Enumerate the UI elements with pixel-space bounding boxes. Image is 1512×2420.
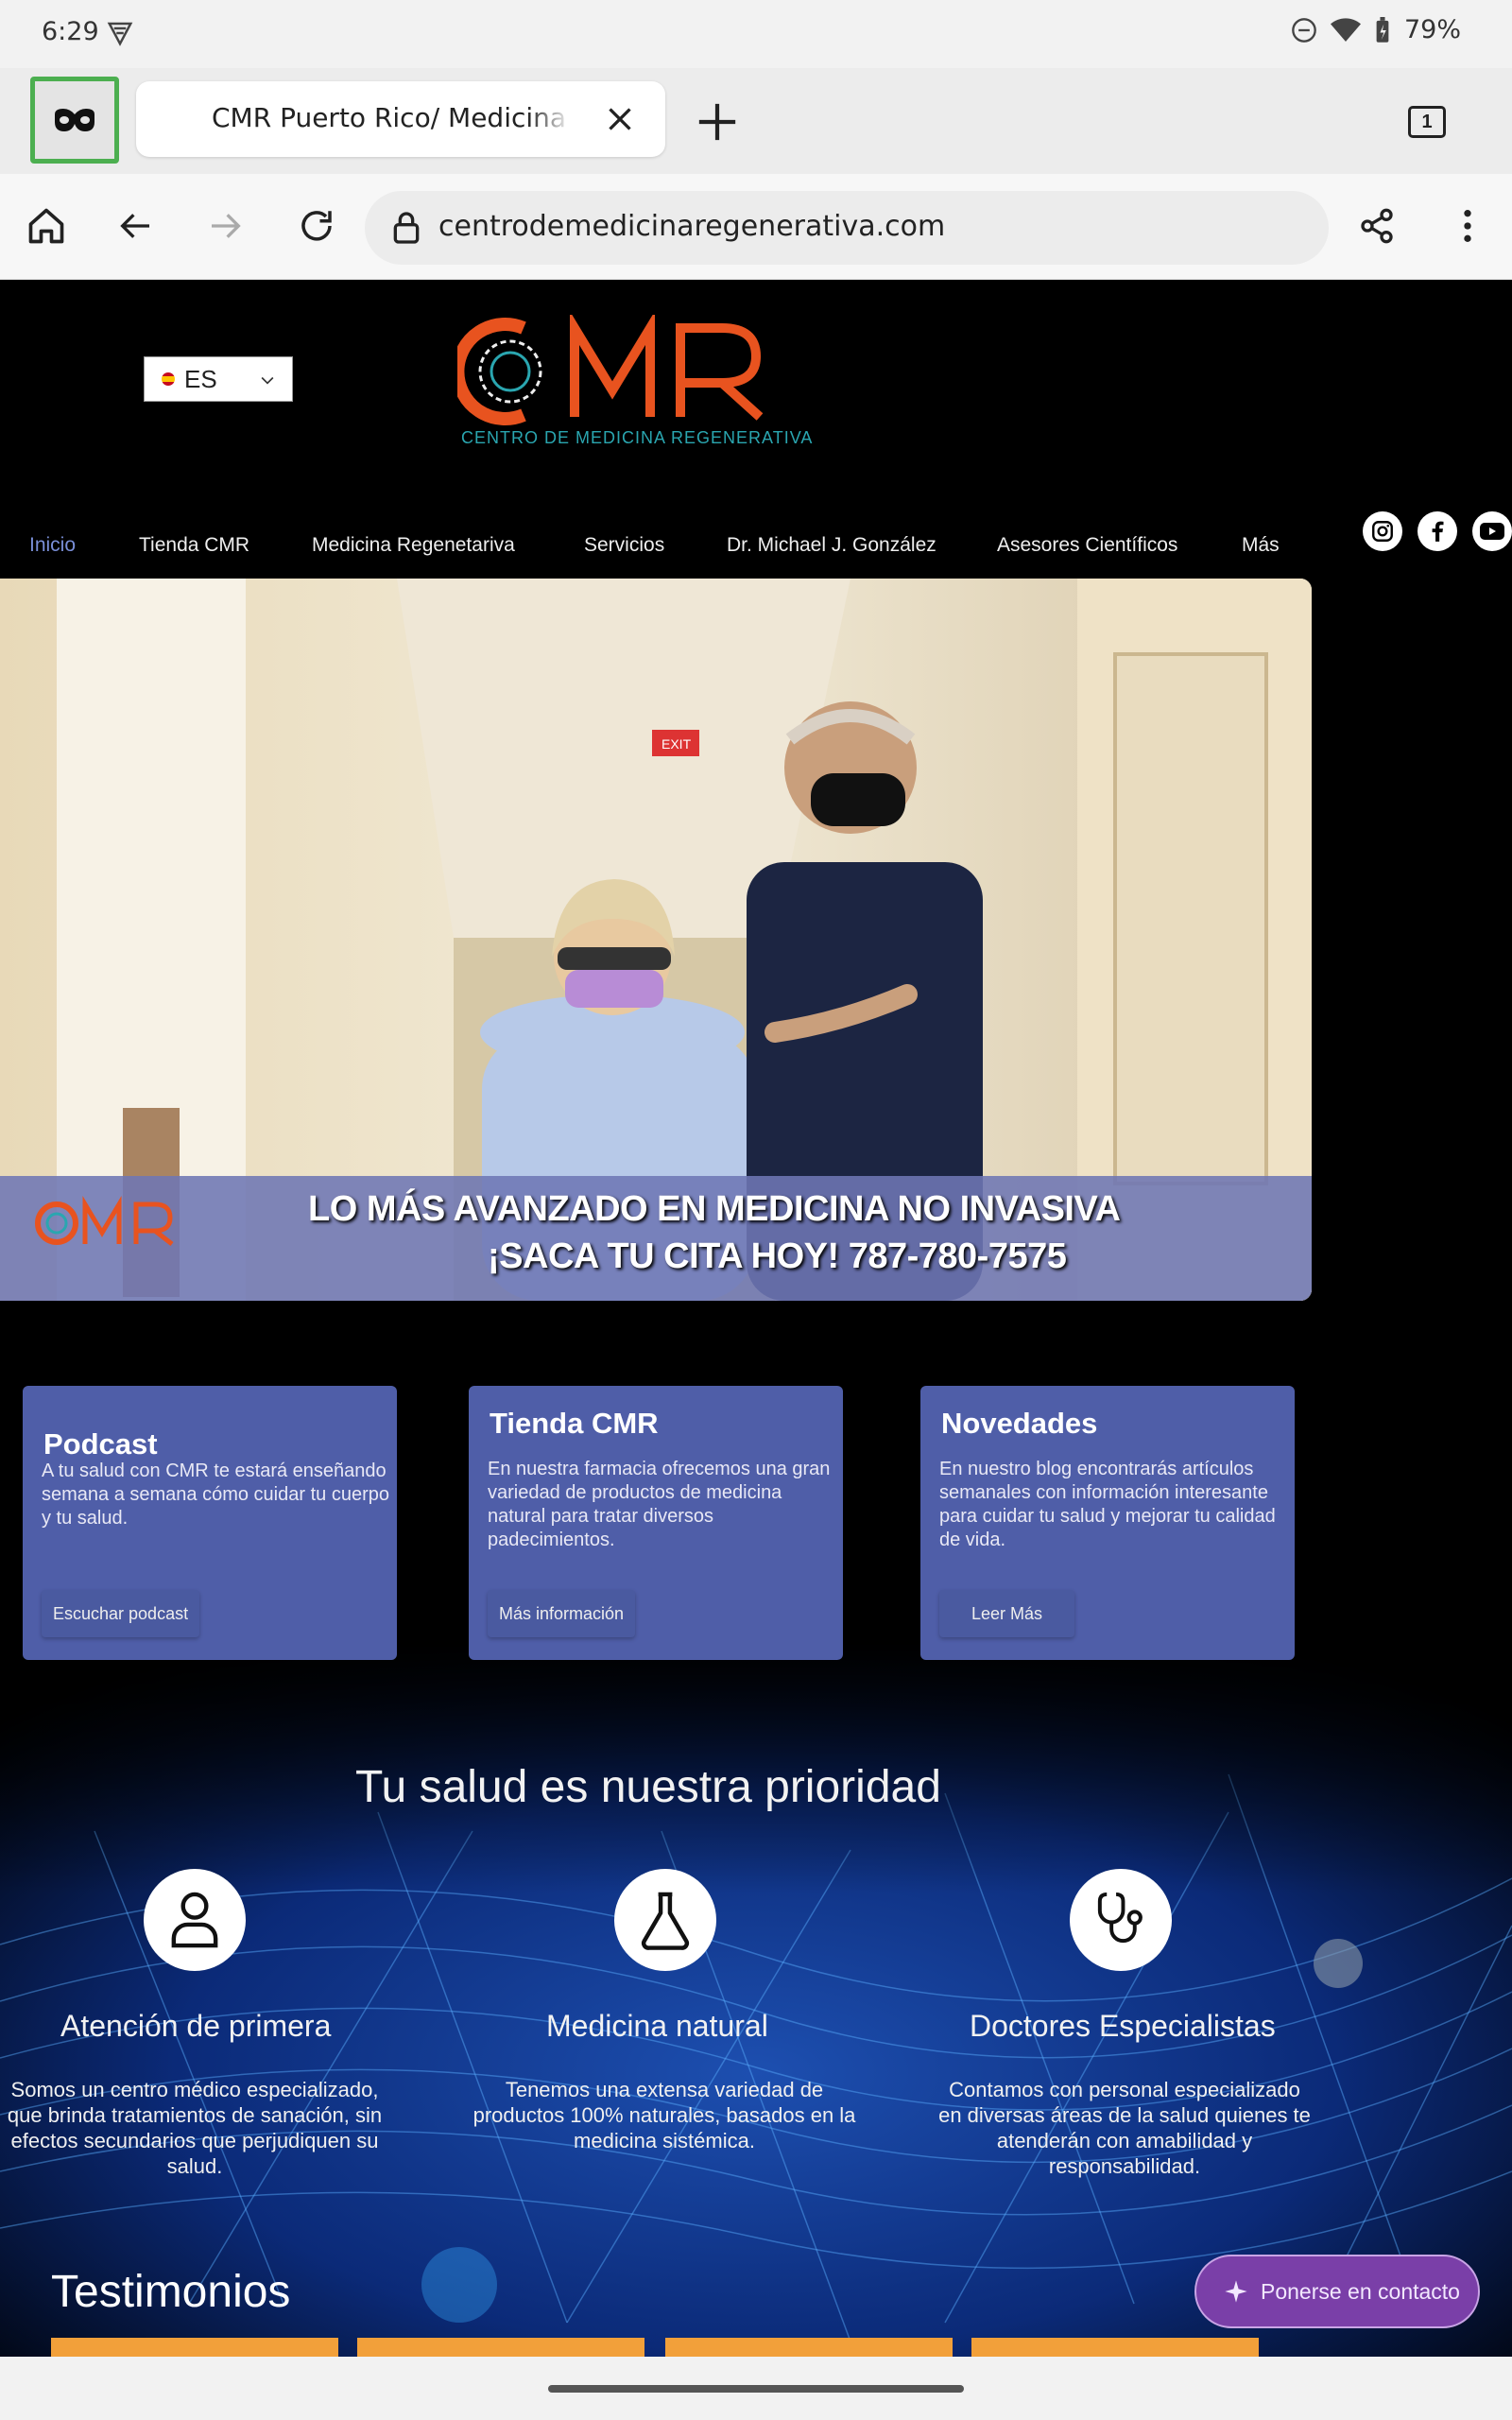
card-title: Tienda CMR: [490, 1407, 659, 1440]
facebook-icon: [1432, 521, 1444, 542]
youtube-link[interactable]: [1472, 511, 1512, 551]
more-info-button[interactable]: Más información: [488, 1590, 636, 1637]
hero-video[interactable]: EXIT LO MÁS AVANZADO EN MEDICINA NO INVA…: [0, 579, 1312, 1301]
feature-title: Atención de primera: [60, 2009, 332, 2043]
person-icon: [171, 1892, 218, 1948]
forward-button[interactable]: [202, 202, 249, 250]
gesture-nav-bar: [0, 2357, 1512, 2420]
nav-item-mas[interactable]: Más: [1242, 534, 1280, 557]
exit-sign: EXIT: [662, 736, 692, 752]
nav-item-doctor[interactable]: Dr. Michael J. González: [727, 534, 936, 557]
reload-icon: [301, 211, 332, 241]
incognito-icon: [55, 109, 94, 131]
chevron-down-icon: [261, 376, 274, 385]
testimonials-title: Testimonios: [51, 2267, 291, 2317]
card-text: En nuestro blog encontrarás artículos se…: [939, 1459, 1276, 1550]
more-vert-icon: [1464, 210, 1471, 242]
instagram-link[interactable]: [1363, 511, 1402, 551]
nav-item-servicios[interactable]: Servicios: [584, 534, 664, 557]
feature-title: Medicina natural: [546, 2009, 768, 2043]
home-icon: [28, 208, 64, 244]
new-tab-icon[interactable]: [696, 100, 739, 144]
tab-strip: CMR Puerto Rico/ Medicina Regenerativa 1: [0, 68, 1512, 174]
main-nav: Inicio Tienda CMR Medicina Regenetariva …: [0, 523, 1512, 576]
clock: 6:29: [42, 17, 99, 46]
feature-desc: Tenemos una extensa variedad de producto…: [472, 2078, 856, 2152]
feature-title: Doctores Especialistas: [970, 2009, 1276, 2043]
url-text[interactable]: centrodemedicinaregenerativa.com: [438, 210, 945, 243]
section-title: Tu salud es nuestra prioridad: [355, 1762, 941, 1812]
contact-button[interactable]: Ponerse en contacto: [1194, 2255, 1480, 2328]
tab-active[interactable]: CMR Puerto Rico/ Medicina Regenerativa: [136, 81, 665, 157]
wifi-icon: [1330, 17, 1361, 42]
incognito-button[interactable]: [30, 77, 119, 164]
testimonial-card[interactable]: [357, 2338, 644, 2357]
tab-title: CMR Puerto Rico/ Medicina Regenerativa: [212, 102, 571, 133]
flask-icon: [642, 1892, 689, 1950]
battery-icon: [1376, 16, 1389, 43]
feature-desc: Somos un centro médico especializado, qu…: [7, 2078, 383, 2178]
nav-item-inicio[interactable]: Inicio: [29, 534, 76, 557]
card-title: Novedades: [941, 1407, 1098, 1440]
feature-icon-circle: [614, 1869, 716, 1971]
address-bar[interactable]: centrodemedicinaregenerativa.com: [365, 191, 1329, 265]
language-label: ES: [184, 364, 217, 393]
vpn-icon: [107, 22, 133, 46]
share-icon: [1361, 208, 1393, 244]
banner-logo: [35, 1195, 174, 1246]
card-tienda: Tienda CMR En nuestra farmacia ofrecemos…: [469, 1386, 843, 1660]
read-more-button[interactable]: Leer Más: [939, 1590, 1075, 1637]
logo-subtitle: CENTRO DE MEDICINA REGENERATIVA: [461, 428, 814, 447]
testimonial-card[interactable]: [971, 2338, 1259, 2357]
logo-mark: [451, 311, 764, 425]
language-selector[interactable]: ES: [144, 356, 293, 402]
dnd-icon: [1292, 17, 1316, 43]
banner-headline: LO MÁS AVANZADO EN MEDICINA NO INVASIVA: [308, 1189, 1121, 1229]
close-tab-icon[interactable]: [603, 102, 637, 136]
lock-icon[interactable]: [387, 208, 425, 248]
testimonial-card[interactable]: [51, 2338, 338, 2357]
home-button[interactable]: [23, 202, 70, 250]
testimonial-card[interactable]: [665, 2338, 953, 2357]
home-gesture-handle[interactable]: [548, 2385, 964, 2393]
back-arrow-icon: [120, 214, 149, 238]
back-button[interactable]: [112, 202, 159, 250]
stethoscope-icon: [1097, 1892, 1143, 1944]
status-bar: 6:29 79%: [0, 0, 1512, 68]
feature-desc: Contamos con personal especializado en d…: [938, 2078, 1311, 2178]
card-text: En nuestra farmacia ofrecemos una gran v…: [488, 1459, 831, 1550]
feature-icon-circle: [144, 1869, 246, 1971]
site-logo[interactable]: CENTRO DE MEDICINA REGENERATIVA: [451, 311, 816, 466]
browser-toolbar: centrodemedicinaregenerativa.com: [0, 174, 1512, 280]
tab-switcher-button[interactable]: 1: [1408, 106, 1446, 138]
card-podcast: Podcast A tu salud con CMR te estará ens…: [23, 1386, 397, 1660]
web-page: ES CENTRO DE MEDICINA REGENERATIVA Inici…: [0, 281, 1512, 2357]
instagram-icon: [1372, 521, 1393, 542]
share-button[interactable]: [1353, 202, 1400, 250]
nav-item-medicina[interactable]: Medicina Regenetariva: [312, 534, 515, 557]
network-background: [0, 1642, 1512, 2357]
sparkle-icon: [1225, 2280, 1247, 2303]
youtube-icon: [1480, 523, 1504, 540]
facebook-link[interactable]: [1418, 511, 1457, 551]
hero-banner: LO MÁS AVANZADO EN MEDICINA NO INVASIVA …: [0, 1176, 1312, 1301]
spain-flag-icon: [162, 372, 175, 386]
forward-arrow-icon: [212, 214, 241, 238]
battery-level: 79%: [1403, 15, 1461, 44]
contact-label: Ponerse en contacto: [1261, 2278, 1460, 2304]
nav-item-tienda[interactable]: Tienda CMR: [139, 534, 249, 557]
podcast-button[interactable]: Escuchar podcast: [42, 1590, 200, 1637]
nav-item-asesores[interactable]: Asesores Científicos: [997, 534, 1177, 557]
reload-button[interactable]: [293, 202, 340, 250]
menu-button[interactable]: [1444, 202, 1491, 250]
feature-icon-circle: [1070, 1869, 1172, 1971]
card-text: A tu salud con CMR te estará enseñando s…: [42, 1461, 389, 1529]
card-novedades: Novedades En nuestro blog encontrarás ar…: [920, 1386, 1295, 1660]
card-title: Podcast: [43, 1427, 158, 1461]
banner-phone: ¡SACA TU CITA HOY! 787-780-7575: [488, 1236, 1067, 1276]
